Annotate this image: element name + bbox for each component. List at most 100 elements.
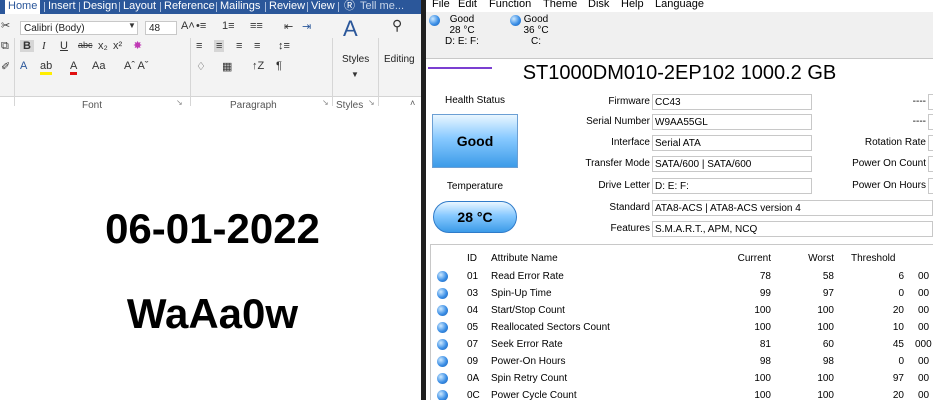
attr-threshold: 97	[892, 373, 904, 384]
clear-formatting-icon[interactable]: ✸	[133, 39, 142, 52]
attr-current: 100	[754, 305, 771, 316]
styles-icon[interactable]: A	[343, 16, 358, 42]
column-header-attribute-name[interactable]: Attribute Name	[491, 253, 558, 264]
format-painter-icon[interactable]: ✐	[1, 60, 10, 73]
drive-tab-1[interactable]: Good 28 °C D: E: F:	[432, 14, 492, 47]
attr-id: 0A	[467, 373, 480, 384]
tab-insert[interactable]: Insert	[48, 0, 76, 14]
attr-raw: 00	[918, 390, 930, 400]
attr-worst: 60	[822, 339, 834, 350]
right-blank-2: ----	[912, 116, 926, 127]
chevron-down-icon[interactable]: ▼	[128, 21, 136, 30]
menu-file[interactable]: File	[432, 0, 450, 10]
editing-button-label[interactable]: Editing	[384, 54, 415, 65]
health-status-button[interactable]: Good	[432, 114, 518, 168]
tab-separator	[307, 2, 308, 12]
sort-icon[interactable]: ↑Z	[252, 60, 264, 72]
search-icon[interactable]: ⚲	[392, 17, 402, 34]
menu-theme[interactable]: Theme	[543, 0, 577, 10]
cut-icon[interactable]: ✂	[1, 19, 10, 32]
font-size-combo[interactable]: 48	[145, 21, 177, 35]
drive-letter-field: D: E: F:	[652, 178, 812, 194]
pilcrow-icon[interactable]: ¶	[276, 60, 282, 72]
drive-tab-2[interactable]: Good 36 °C C:	[506, 14, 566, 47]
bold-button[interactable]: B	[20, 40, 34, 52]
italic-button[interactable]: I	[42, 40, 46, 52]
temperature-value: 28 °C	[433, 201, 517, 233]
multilevel-list-icon[interactable]: ≡≡	[250, 20, 263, 32]
menu-help[interactable]: Help	[621, 0, 644, 10]
tab-review[interactable]: Review	[269, 0, 305, 14]
column-header-id[interactable]: ID	[467, 253, 477, 264]
increase-indent-icon[interactable]: ⇥	[302, 20, 311, 33]
decrease-indent-icon[interactable]: ⇤	[284, 20, 293, 33]
numbering-icon[interactable]: 1≡	[222, 20, 235, 32]
highlight-color-icon[interactable]: ab	[40, 60, 53, 75]
paragraph-dialog-launcher-icon[interactable]: ↘	[322, 98, 329, 107]
tell-me-search[interactable]: Tell me...	[360, 0, 404, 14]
grow-shrink-font-icon[interactable]: Aˆ Aˇ	[124, 60, 148, 72]
tab-design[interactable]: Design	[83, 0, 117, 14]
features-field: S.M.A.R.T., APM, NCQ	[652, 221, 933, 237]
table-row[interactable]: 09 Power-On Hours 98 98 0 00	[431, 353, 933, 370]
justify-icon[interactable]: ≡	[254, 40, 260, 52]
chevron-down-icon[interactable]: ▼	[351, 70, 359, 79]
center-icon[interactable]: ≡	[214, 40, 225, 52]
tab-separator	[216, 2, 217, 12]
align-right-icon[interactable]: ≡	[236, 40, 242, 52]
attr-worst: 100	[817, 390, 834, 400]
grow-font-icon[interactable]: A˄	[181, 20, 195, 32]
underline-button[interactable]: U	[60, 40, 68, 52]
table-row[interactable]: 07 Seek Error Rate 81 60 45 000	[431, 336, 933, 353]
menu-edit[interactable]: Edit	[458, 0, 477, 10]
copy-icon[interactable]: ⧉	[1, 40, 9, 53]
font-color-icon[interactable]: A	[70, 60, 78, 75]
subscript-button[interactable]: x₂	[98, 40, 108, 52]
styles-button-label[interactable]: Styles	[342, 54, 369, 65]
table-row[interactable]: 0A Spin Retry Count 100 100 97 00	[431, 370, 933, 387]
superscript-button[interactable]: x²	[113, 40, 122, 52]
attr-id: 01	[467, 271, 479, 282]
status-dot-icon	[437, 271, 448, 282]
attr-threshold: 20	[892, 390, 904, 400]
ribbon: ✂ ⧉ ✐ Calibri (Body) ▼ 48 A˄ B I U abc x…	[0, 14, 425, 111]
attr-name: Seek Error Rate	[491, 339, 563, 350]
tab-reference[interactable]: Reference	[164, 0, 215, 14]
menu-disk[interactable]: Disk	[588, 0, 609, 10]
table-row[interactable]: 05 Reallocated Sectors Count 100 100 10 …	[431, 319, 933, 336]
right-field-2	[928, 114, 933, 130]
attr-name: Reallocated Sectors Count	[491, 322, 610, 333]
interface-label: Interface	[611, 137, 650, 148]
tab-mailings[interactable]: Mailings	[220, 0, 260, 14]
strikethrough-button[interactable]: abc	[78, 40, 93, 50]
tab-view[interactable]: View	[311, 0, 335, 14]
align-left-icon[interactable]: ≡	[196, 40, 202, 52]
shading-icon[interactable]: ♢	[196, 60, 206, 73]
column-header-threshold[interactable]: Threshold	[851, 253, 895, 264]
table-row[interactable]: 01 Read Error Rate 78 58 6 00	[431, 268, 933, 285]
tab-home[interactable]: Home	[5, 0, 41, 14]
document-text-name[interactable]: WaAa0w	[0, 290, 425, 338]
attr-threshold: 10	[892, 322, 904, 333]
table-row[interactable]: 0C Power Cycle Count 100 100 20 00	[431, 387, 933, 400]
table-row[interactable]: 04 Start/Stop Count 100 100 20 00	[431, 302, 933, 319]
menu-language[interactable]: Language	[655, 0, 704, 10]
line-spacing-icon[interactable]: ↕≡	[278, 40, 290, 52]
font-name-combo[interactable]: Calibri (Body)	[20, 21, 138, 35]
tab-separator	[119, 2, 120, 12]
font-dialog-launcher-icon[interactable]: ↘	[176, 98, 183, 107]
drive-model-title: ST1000DM010-2EP102 1000.2 GB	[522, 62, 837, 84]
collapse-ribbon-icon[interactable]: ˄	[410, 98, 415, 108]
column-header-current[interactable]: Current	[711, 253, 771, 264]
tab-layout[interactable]: Layout	[123, 0, 156, 14]
borders-icon[interactable]: ▦	[222, 60, 232, 73]
attr-worst: 100	[817, 322, 834, 333]
styles-dialog-launcher-icon[interactable]: ↘	[368, 98, 375, 107]
table-row[interactable]: 03 Spin-Up Time 99 97 0 00	[431, 285, 933, 302]
column-header-worst[interactable]: Worst	[781, 253, 834, 264]
menu-function[interactable]: Function	[489, 0, 531, 10]
bullets-icon[interactable]: •≡	[196, 20, 206, 32]
text-effects-icon[interactable]: A	[20, 60, 27, 72]
document-text-date[interactable]: 06-01-2022	[0, 205, 425, 253]
change-case-icon[interactable]: Aa	[92, 60, 105, 72]
